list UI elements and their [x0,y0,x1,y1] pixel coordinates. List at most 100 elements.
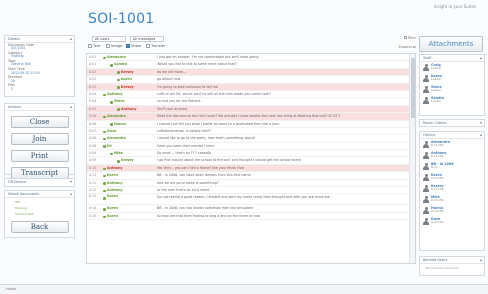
speaker-name[interactable]: Jill [107,143,112,149]
collapse-icon[interactable]: ▴ [70,104,72,109]
collapse-icon[interactable]: ▴ [70,36,72,41]
details-panel: Details ▴ Discussion Code SOI-1001 Categor… [4,35,75,97]
attachments-button[interactable]: Attachments [419,36,483,52]
document-item[interactable]: General Talk [5,210,74,216]
transcript-list[interactable]: 0:01 Alexandra I just got an answer, I'm n… [86,53,416,264]
transcript-row[interactable]: 0:02 Karen go ahead now [87,76,415,84]
transcript-row[interactable]: 0:14 Karen BB - in 2006, can has known som… [87,205,415,213]
footer-home-link[interactable]: Home [6,287,16,291]
speaker-name[interactable]: Dave [107,128,116,134]
person-item[interactable]: Alexandra 8-11256 [420,139,484,150]
transcript-row[interactable]: 0:04 Anthony cuffs in jail OK, would you? … [87,91,415,99]
transfer-checkbox[interactable]: Transfer [146,44,165,48]
speaker-name[interactable]: Mike [114,150,123,156]
expand-icon[interactable]: ▾ [70,179,72,184]
speaker-name[interactable]: Karen [107,172,118,178]
transcript-row[interactable]: 0:08 Alexandra I would like to go to the p… [87,135,415,143]
person-item[interactable]: Hanna 8-11256 [420,205,484,216]
speaker-name[interactable]: Karen [107,194,118,199]
transcript-row[interactable]: 0:01 Alexandra I just got an answer, I'm n… [87,54,415,62]
collapse-icon[interactable]: ▴ [480,257,482,262]
expand-icon[interactable]: ▾ [480,120,482,125]
close-button[interactable]: Close [10,116,69,128]
person-item[interactable]: Sandra Leader [420,95,484,106]
person-item[interactable]: Dave 8-11256 [420,216,484,227]
message-text: I go Prof inquiry about the school at th… [157,158,301,163]
transcript-row[interactable]: 0:13 Karen Do not seeing a good reason, I … [87,194,415,206]
person-item[interactable]: Craig Leader [420,62,484,73]
user-filter-select[interactable]: All users [92,36,126,42]
transcript-row[interactable]: 0:09 Kersey I go Prof inquiry about the sc… [87,157,415,165]
checkbox-box[interactable] [126,44,130,48]
print-button[interactable]: Print [10,150,69,162]
speaker-name[interactable]: Anthony [107,187,123,193]
transcript-row[interactable]: 0:15 Karen So how are that then finding to… [87,213,415,221]
checkbox-box[interactable] [403,36,407,39]
person-item[interactable]: Steve Leader [420,84,484,95]
off-device-panel[interactable]: Off Device ▾ [4,178,75,187]
speaker-name[interactable]: Karen [121,76,132,82]
person-item[interactable]: BB - in 2006 8-11... [420,161,484,172]
person-item[interactable]: Karen Leader [420,73,484,84]
transcript-row[interactable]: 0:11 Anthony and we are go to sleep is som… [87,180,415,188]
speaker-name[interactable]: Kersey [121,69,134,75]
transcript-row[interactable]: 0:11 Karen BB - in 2006, can have been fam… [87,172,415,180]
transcript-row[interactable]: 0:05 Anthony Stuff your anyhow [87,105,415,114]
transcript-row[interactable]: 0:09 Mike So what ... that's so ?? ? cases… [87,150,415,158]
speaker-name[interactable]: Anthony [121,106,137,112]
back-button[interactable]: Back [10,221,69,233]
transcript-row[interactable]: 0:08 Jill Have you seen their mentor? hmm [87,143,415,151]
scrollbar-thumb[interactable] [411,58,415,118]
person-item[interactable]: Mike 8-11256 [420,194,484,205]
speaker-name[interactable]: Hanna [114,121,126,127]
transcript-row[interactable]: 0:03 Kersey I'm going to take someone to t… [87,83,415,91]
details-title: Details [5,36,74,43]
checkbox-box[interactable] [88,44,92,48]
speaker-name[interactable]: Alexandra [107,54,126,60]
transcript-row[interactable]: 0:06 Hanna I cannot just tell you what I p… [87,121,415,128]
speaker-name[interactable]: Steve [114,98,125,104]
transcript-row[interactable]: 0:02 Kersey do we still have... [87,68,415,77]
message-text: Yes Terry - yes can I tell a friend? lik… [157,165,244,170]
checkbox-box[interactable] [106,44,110,48]
checkbox-box[interactable] [146,44,150,48]
expand-link[interactable]: Expand ▴▾ [399,45,416,49]
avatar-body [423,100,429,104]
image-checkbox[interactable]: Image [106,44,122,48]
speaker-name[interactable]: Anthony [107,91,123,97]
transcript-row[interactable]: 0:01 Sandra Would you like to talk to some… [87,61,415,69]
avatar-body [423,166,429,170]
transcript-row[interactable]: 0:12 Anthony or the men that's on all & we… [87,187,415,195]
speaker-name[interactable]: Kersey [121,84,134,90]
join-button[interactable]: Join [10,133,69,145]
transcript-row[interactable]: 0:07 Dave cuffsAmemenpo. in totally Hall!? [87,128,415,136]
message-text: Meet the Hernans at the Hall Cover? We a… [157,114,341,119]
collapse-icon[interactable]: ▴ [70,191,72,196]
speaker-name[interactable]: Alexandra [107,113,126,119]
speaker-name[interactable]: Kersey [121,157,134,163]
message-text: BB - in 2006, can have been famous from … [157,173,251,178]
filter-link[interactable]: Filter [403,36,416,40]
transcript-row[interactable]: 0:04 Steve so and you for the Patrons [87,98,415,106]
speaker-name[interactable]: Alexandra [107,135,126,141]
message-filter-select[interactable]: All messages [130,36,164,42]
speaker-name[interactable]: Anthony [107,180,123,186]
transcript-row[interactable]: 0:10 Anthony Yes Terry - yes can I tell a … [87,164,415,173]
collapse-icon[interactable]: ▴ [480,55,482,60]
avatar-icon [423,195,429,204]
text-checkbox[interactable]: Text [88,44,100,48]
public-clients-panel[interactable]: Public Clients ▾ [419,119,485,127]
person-item[interactable]: Kersey 8-11256 [420,183,484,194]
person-item[interactable]: Anthony 8-11256 [420,150,484,161]
speaker-name[interactable]: Karen [107,213,118,219]
speaker-name[interactable]: Anthony [107,165,123,171]
collapse-icon[interactable]: ▴ [480,132,482,137]
detail-value: Training [11,54,24,59]
video-checkbox[interactable]: Video [126,44,141,48]
speaker-name[interactable]: Sandra [114,61,127,67]
person-item[interactable]: Karen 8-11256 [420,172,484,183]
scrollbar[interactable] [409,54,415,263]
top-link[interactable]: Insight in your Suites [434,4,476,9]
speaker-name[interactable]: Karen [107,205,118,211]
transcript-row[interactable]: 0:06 Alexandra Meet the Hernans at the Hal… [87,113,415,121]
